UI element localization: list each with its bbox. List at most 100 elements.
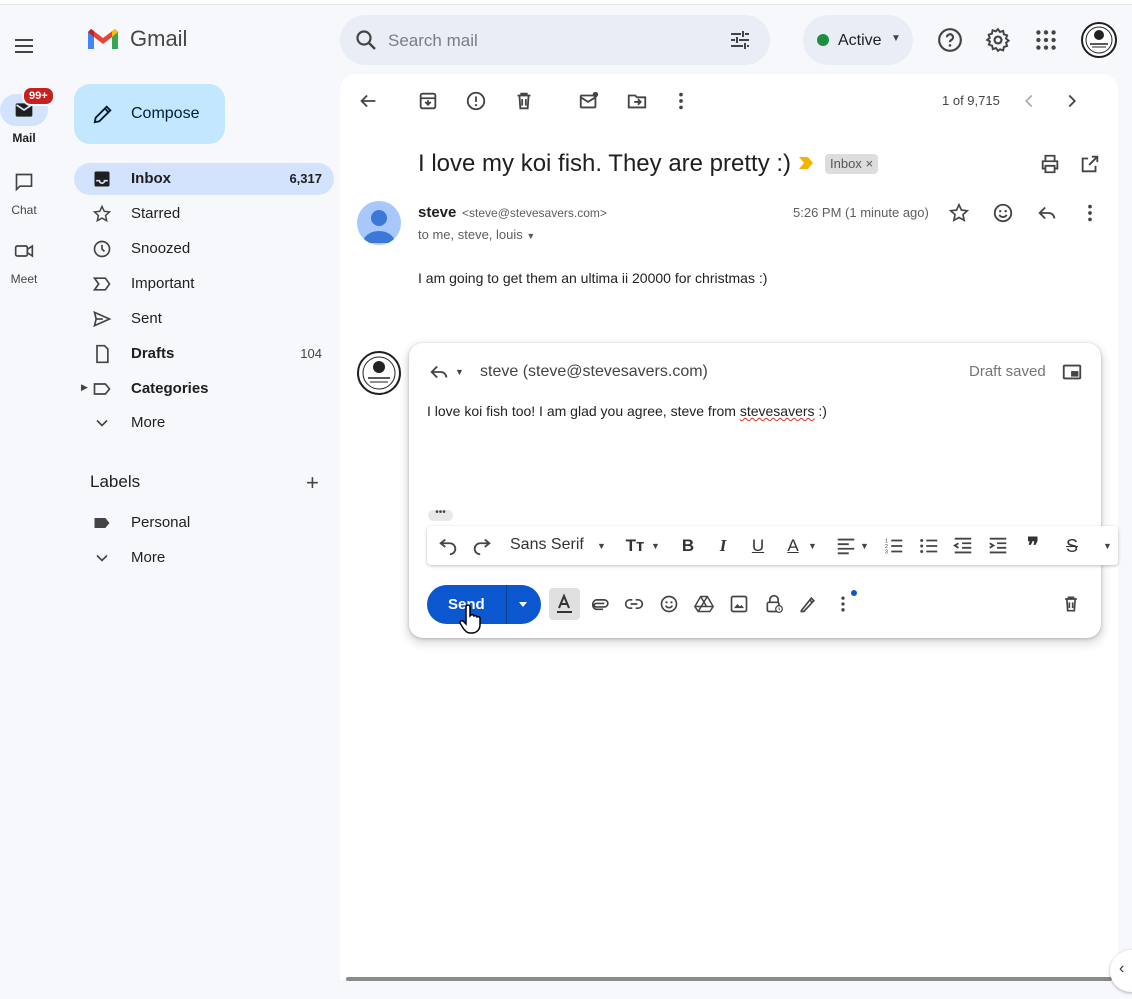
- show-trimmed-content-button[interactable]: •••: [428, 508, 453, 521]
- recipients-line[interactable]: to me, steve, louis ▼: [418, 227, 535, 242]
- archive-icon[interactable]: [417, 90, 439, 112]
- reply-recipient[interactable]: steve (steve@stevesavers.com): [480, 363, 708, 381]
- more-options-icon[interactable]: [833, 594, 853, 614]
- nav-label: Important: [131, 275, 195, 292]
- indent-more-icon[interactable]: [987, 535, 1009, 557]
- message-timestamp: 5:26 PM (1 minute ago): [793, 205, 929, 220]
- gmail-logo[interactable]: Gmail: [86, 26, 187, 52]
- schedule-send-dropdown-icon[interactable]: [517, 598, 529, 610]
- apps-grid-icon[interactable]: [1033, 27, 1059, 53]
- label-chip-inbox[interactable]: Inbox ×: [825, 154, 879, 174]
- expand-arrow-icon[interactable]: ▶: [81, 382, 88, 393]
- redo-icon[interactable]: [471, 535, 493, 557]
- formatting-options-toggle[interactable]: [549, 588, 580, 620]
- print-icon[interactable]: [1039, 153, 1061, 175]
- trash-icon[interactable]: [513, 90, 535, 112]
- indent-less-icon[interactable]: [952, 535, 974, 557]
- reply-type-icon[interactable]: [428, 361, 450, 383]
- rail-chat-label: Chat: [11, 203, 37, 217]
- underline-icon[interactable]: U: [748, 536, 768, 556]
- rail-chat[interactable]: Chat: [0, 166, 48, 217]
- search-bar[interactable]: Search mail: [340, 15, 770, 65]
- attach-paperclip-icon[interactable]: [589, 594, 609, 614]
- app-name: Gmail: [130, 26, 188, 51]
- more-vert-icon[interactable]: [1079, 202, 1101, 224]
- strikethrough-icon[interactable]: S: [1062, 536, 1082, 556]
- confidential-mode-icon[interactable]: [764, 594, 784, 614]
- search-options-icon[interactable]: [728, 28, 752, 52]
- nav-item-more[interactable]: More: [74, 407, 334, 439]
- google-drive-icon[interactable]: [694, 594, 714, 614]
- my-avatar[interactable]: [357, 351, 401, 395]
- pencil-icon: [93, 105, 112, 124]
- reply-body-input[interactable]: I love koi fish too! I am glad you agree…: [427, 403, 827, 419]
- insert-signature-icon[interactable]: [798, 594, 818, 614]
- open-new-window-icon[interactable]: [1079, 153, 1101, 175]
- numbered-list-icon[interactable]: 123: [883, 535, 905, 557]
- logo-emblem-icon: [362, 356, 396, 390]
- important-marker-icon[interactable]: [798, 156, 814, 170]
- back-arrow-icon[interactable]: [357, 90, 379, 112]
- chevron-down-icon[interactable]: ▼: [860, 541, 869, 551]
- gmail-m-icon: [88, 29, 118, 49]
- emoji-react-icon[interactable]: [992, 202, 1014, 224]
- compose-button[interactable]: Compose: [74, 84, 225, 144]
- label-item-more[interactable]: More: [74, 542, 334, 574]
- align-icon[interactable]: [835, 535, 857, 557]
- insert-photo-icon[interactable]: [729, 594, 749, 614]
- bulleted-list-icon[interactable]: [918, 535, 940, 557]
- status-dot: [817, 34, 829, 46]
- sender-name[interactable]: steve: [418, 204, 456, 221]
- logo-emblem-icon: [1085, 26, 1113, 54]
- chevron-down-icon[interactable]: ▼: [455, 367, 464, 377]
- unread-badge: 99+: [22, 86, 55, 106]
- account-avatar[interactable]: [1081, 22, 1117, 58]
- chevron-down-icon[interactable]: ▼: [651, 541, 660, 551]
- insert-emoji-icon[interactable]: [659, 594, 679, 614]
- add-label-icon[interactable]: +: [306, 470, 319, 496]
- older-chevron-right-icon[interactable]: [1061, 90, 1083, 112]
- bold-icon[interactable]: B: [678, 536, 698, 556]
- star-icon[interactable]: [948, 202, 970, 224]
- nav-item-snoozed[interactable]: Snoozed: [74, 233, 334, 265]
- sender-avatar[interactable]: [357, 201, 401, 245]
- quote-icon[interactable]: ❞: [1023, 535, 1043, 557]
- move-to-folder-icon[interactable]: [626, 90, 648, 112]
- font-family-select[interactable]: Sans Serif: [510, 536, 584, 554]
- help-icon[interactable]: [937, 27, 963, 53]
- misspelled-word: stevesavers: [739, 403, 815, 419]
- pop-out-icon[interactable]: [1061, 361, 1083, 383]
- search-input[interactable]: Search mail: [388, 31, 478, 51]
- insert-link-icon[interactable]: [624, 594, 644, 614]
- main-menu-icon[interactable]: [12, 34, 36, 58]
- rail-mail[interactable]: 99+ Mail: [0, 86, 55, 145]
- settings-gear-icon[interactable]: [985, 27, 1011, 53]
- nav-item-drafts[interactable]: Drafts 104: [74, 338, 334, 370]
- horizontal-scrollbar[interactable]: [346, 977, 1112, 981]
- reply-icon[interactable]: [1036, 202, 1058, 224]
- remove-label-icon[interactable]: ×: [865, 156, 873, 171]
- search-icon[interactable]: [354, 28, 378, 52]
- chevron-down-icon[interactable]: ▼: [597, 541, 606, 551]
- nav-item-categories[interactable]: ▶ Categories: [74, 373, 334, 405]
- italic-icon[interactable]: I: [713, 536, 733, 556]
- text-size-icon[interactable]: Tт: [625, 536, 645, 556]
- newer-chevron-left-icon[interactable]: [1018, 90, 1040, 112]
- more-formatting-icon[interactable]: ▼: [1103, 541, 1112, 551]
- text-color-icon[interactable]: A: [783, 536, 803, 556]
- nav-item-sent[interactable]: Sent: [74, 303, 334, 335]
- chevron-down-icon[interactable]: ▼: [808, 541, 817, 551]
- chevron-down-icon: ▼: [891, 33, 901, 44]
- nav-item-important[interactable]: Important: [74, 268, 334, 300]
- discard-draft-trash-icon[interactable]: [1061, 594, 1081, 614]
- label-item-personal[interactable]: Personal: [74, 507, 334, 539]
- undo-icon[interactable]: [437, 535, 459, 557]
- status-selector[interactable]: Active ▼: [803, 15, 913, 65]
- send-button[interactable]: Send: [427, 585, 541, 624]
- mark-unread-icon[interactable]: [578, 90, 600, 112]
- nav-item-starred[interactable]: Starred: [74, 198, 334, 230]
- rail-meet[interactable]: Meet: [0, 235, 48, 286]
- more-vert-icon[interactable]: [670, 90, 692, 112]
- nav-item-inbox[interactable]: Inbox 6,317: [74, 163, 334, 195]
- report-spam-icon[interactable]: [465, 90, 487, 112]
